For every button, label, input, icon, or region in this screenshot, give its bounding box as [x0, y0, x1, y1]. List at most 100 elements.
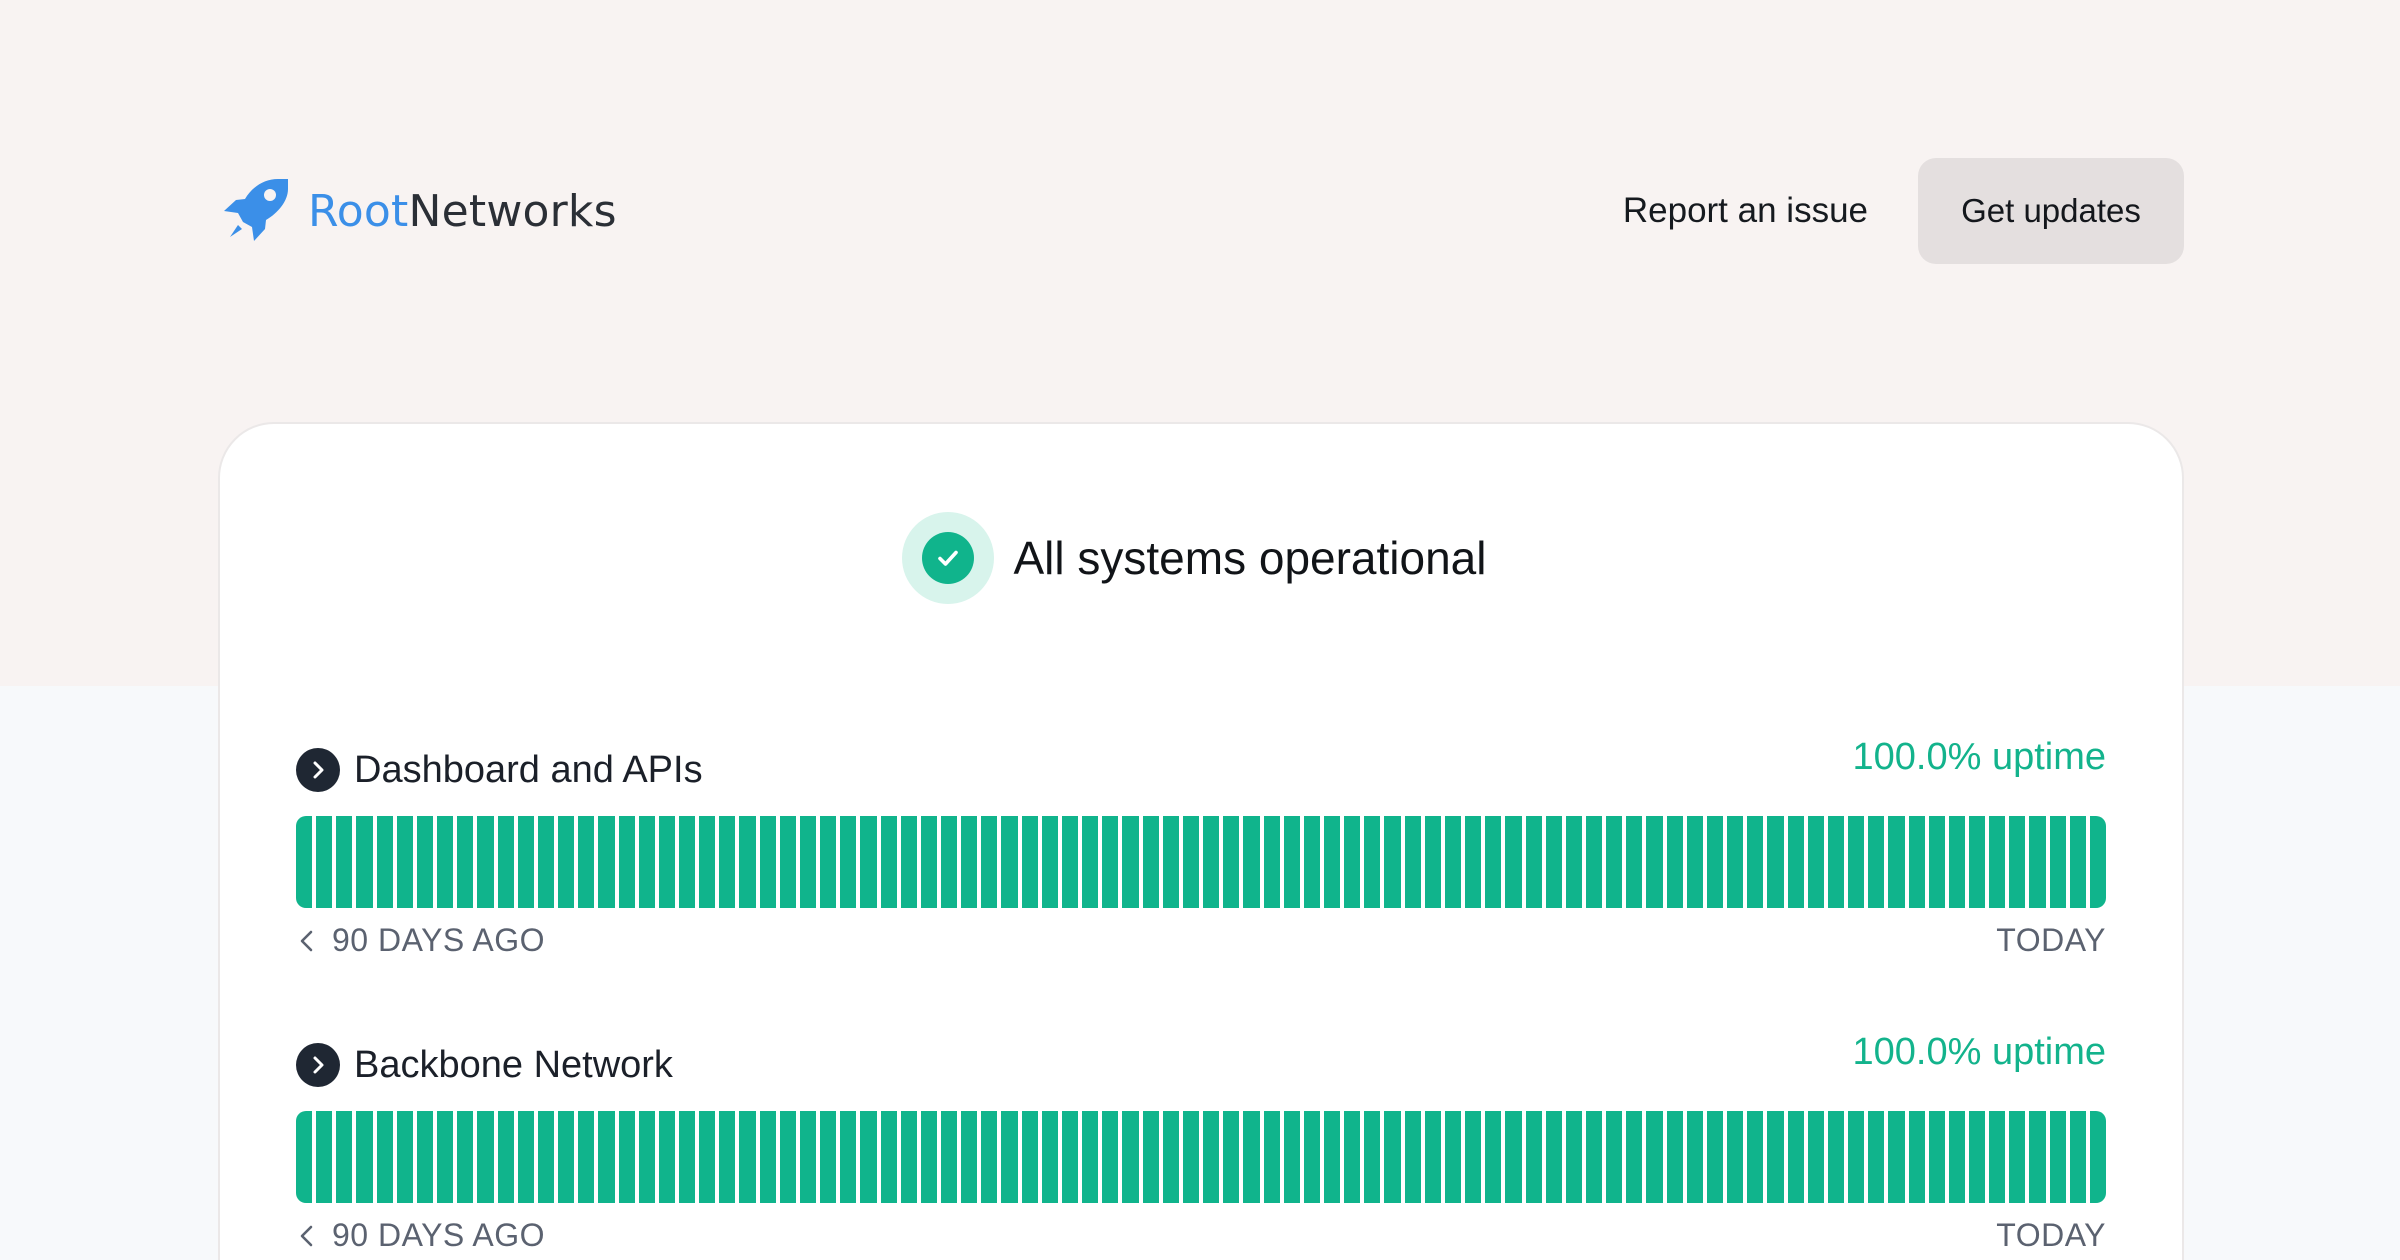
uptime-day-bar[interactable] [1323, 816, 1341, 908]
uptime-day-bar[interactable] [860, 816, 877, 908]
uptime-day-bar[interactable] [1727, 816, 1744, 908]
uptime-day-bar[interactable] [1525, 816, 1542, 908]
get-updates-button[interactable]: Get updates [1918, 158, 2184, 264]
uptime-day-bar[interactable] [558, 1111, 575, 1203]
uptime-day-bar[interactable] [799, 1111, 817, 1203]
uptime-day-bar[interactable] [658, 1111, 675, 1203]
uptime-day-bar[interactable] [356, 816, 373, 908]
uptime-day-bar[interactable] [820, 816, 837, 908]
uptime-day-bar[interactable] [739, 816, 756, 908]
uptime-day-bar[interactable] [1162, 816, 1179, 908]
uptime-day-bar[interactable] [1787, 1111, 1804, 1203]
uptime-day-bar[interactable] [296, 1111, 313, 1203]
uptime-day-bar[interactable] [1001, 1111, 1018, 1203]
uptime-day-bar[interactable] [578, 1111, 595, 1203]
uptime-day-bar[interactable] [2049, 1111, 2066, 1203]
uptime-day-bar[interactable] [2089, 816, 2106, 908]
uptime-day-bar[interactable] [416, 816, 434, 908]
uptime-day-bar[interactable] [1364, 1111, 1381, 1203]
uptime-day-bar[interactable] [477, 816, 494, 908]
uptime-day-bar[interactable] [1606, 1111, 1623, 1203]
component-toggle[interactable]: Backbone Network [296, 1043, 673, 1087]
uptime-day-bar[interactable] [658, 816, 675, 908]
uptime-day-bar[interactable] [1041, 1111, 1058, 1203]
uptime-day-bar[interactable] [1666, 1111, 1683, 1203]
uptime-day-bar[interactable] [598, 816, 615, 908]
uptime-day-bar[interactable] [1565, 816, 1582, 908]
uptime-day-bar[interactable] [2069, 816, 2086, 908]
uptime-day-bar[interactable] [678, 816, 696, 908]
uptime-day-bar[interactable] [1827, 1111, 1845, 1203]
uptime-day-bar[interactable] [477, 1111, 494, 1203]
uptime-day-bar[interactable] [1747, 816, 1764, 908]
uptime-day-bar[interactable] [820, 1111, 837, 1203]
uptime-day-bar[interactable] [1404, 1111, 1421, 1203]
uptime-day-bar[interactable] [678, 1111, 696, 1203]
uptime-day-bar[interactable] [1646, 816, 1663, 908]
uptime-day-bar[interactable] [1102, 1111, 1119, 1203]
uptime-day-bar[interactable] [1122, 816, 1139, 908]
uptime-day-bar[interactable] [759, 1111, 776, 1203]
uptime-day-bar[interactable] [719, 816, 736, 908]
uptime-day-bar[interactable] [457, 1111, 474, 1203]
uptime-day-bar[interactable] [2069, 1111, 2086, 1203]
uptime-day-bar[interactable] [1364, 816, 1381, 908]
uptime-day-bar[interactable] [1908, 816, 1925, 908]
uptime-day-bar[interactable] [336, 816, 353, 908]
uptime-day-bar[interactable] [900, 816, 917, 908]
uptime-day-bar[interactable] [1807, 1111, 1824, 1203]
brand-logo[interactable]: RootNetworks [218, 173, 617, 249]
uptime-day-bar[interactable] [719, 1111, 736, 1203]
uptime-day-bar[interactable] [1545, 1111, 1562, 1203]
uptime-day-bar[interactable] [1485, 816, 1502, 908]
uptime-day-bar[interactable] [1948, 816, 1965, 908]
uptime-day-bar[interactable] [376, 1111, 393, 1203]
uptime-day-bar[interactable] [1848, 816, 1865, 908]
uptime-day-bar[interactable] [1162, 1111, 1179, 1203]
uptime-day-bar[interactable] [1384, 1111, 1401, 1203]
uptime-day-bar[interactable] [1424, 816, 1441, 908]
uptime-day-bar[interactable] [558, 816, 575, 908]
uptime-day-bar[interactable] [638, 816, 655, 908]
uptime-day-bar[interactable] [1001, 816, 1018, 908]
uptime-day-bar[interactable] [2029, 1111, 2046, 1203]
uptime-day-bar[interactable] [1928, 816, 1945, 908]
uptime-day-bar[interactable] [396, 1111, 413, 1203]
uptime-day-bar[interactable] [1203, 816, 1220, 908]
uptime-day-bar[interactable] [1283, 816, 1300, 908]
uptime-day-bar[interactable] [638, 1111, 655, 1203]
uptime-day-bar[interactable] [1706, 816, 1724, 908]
uptime-day-bar[interactable] [1686, 816, 1703, 908]
uptime-day-bar[interactable] [941, 1111, 958, 1203]
uptime-day-bar[interactable] [840, 1111, 857, 1203]
uptime-day-bar[interactable] [1666, 816, 1683, 908]
uptime-day-bar[interactable] [1505, 1111, 1522, 1203]
uptime-day-bar[interactable] [981, 1111, 998, 1203]
uptime-day-bar[interactable] [1061, 816, 1079, 908]
uptime-day-bar[interactable] [376, 816, 393, 908]
uptime-day-bar[interactable] [1606, 816, 1623, 908]
uptime-day-bar[interactable] [1727, 1111, 1744, 1203]
uptime-day-bar[interactable] [598, 1111, 615, 1203]
uptime-day-bar[interactable] [1989, 816, 2006, 908]
uptime-day-bar[interactable] [1586, 816, 1603, 908]
uptime-day-bar[interactable] [961, 816, 978, 908]
report-issue-link[interactable]: Report an issue [1623, 191, 1868, 231]
uptime-day-bar[interactable] [618, 1111, 635, 1203]
uptime-day-bar[interactable] [880, 1111, 897, 1203]
uptime-day-bar[interactable] [537, 1111, 555, 1203]
uptime-day-bar[interactable] [1243, 816, 1260, 908]
uptime-day-bar[interactable] [1747, 1111, 1764, 1203]
uptime-day-bar[interactable] [1827, 816, 1845, 908]
uptime-day-bar[interactable] [2009, 1111, 2026, 1203]
uptime-day-bar[interactable] [1565, 1111, 1582, 1203]
uptime-day-bar[interactable] [2009, 816, 2026, 908]
uptime-day-bar[interactable] [437, 1111, 454, 1203]
component-toggle[interactable]: Dashboard and APIs [296, 748, 703, 792]
uptime-day-bar[interactable] [1243, 1111, 1260, 1203]
uptime-day-bar[interactable] [840, 816, 857, 908]
uptime-day-bar[interactable] [416, 1111, 434, 1203]
uptime-day-bar[interactable] [1061, 1111, 1079, 1203]
range-start[interactable]: 90 DAYS AGO [296, 1217, 545, 1254]
uptime-day-bar[interactable] [1344, 816, 1361, 908]
